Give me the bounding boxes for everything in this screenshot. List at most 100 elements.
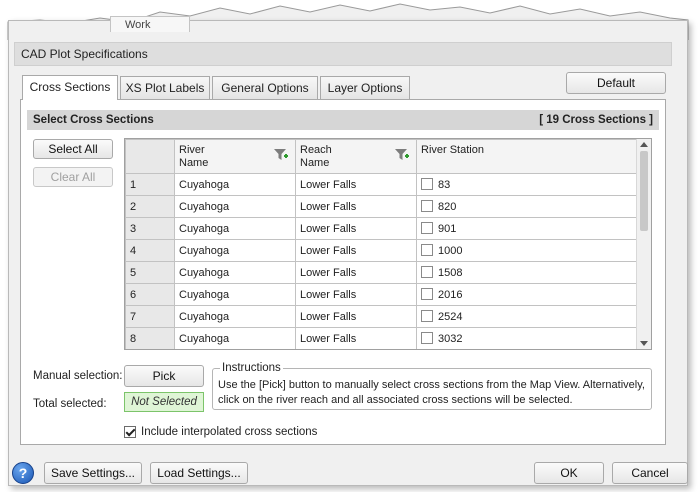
row-number-header bbox=[125, 139, 175, 174]
header-line: Name bbox=[179, 157, 209, 169]
dialog-title: CAD Plot Specifications bbox=[21, 47, 148, 61]
scroll-down-icon[interactable] bbox=[640, 341, 648, 346]
reach-name-cell[interactable]: Lower Falls bbox=[295, 327, 417, 349]
pick-button-label: Pick bbox=[152, 369, 176, 383]
load-settings-button[interactable]: Load Settings... bbox=[150, 462, 248, 484]
river-station-cell[interactable]: 901 bbox=[416, 217, 638, 240]
filter-icon[interactable] bbox=[273, 148, 289, 162]
reach-name-cell[interactable]: Lower Falls bbox=[295, 283, 417, 306]
river-name-cell[interactable]: Cuyahoga bbox=[174, 305, 296, 328]
background-tab: Work bbox=[110, 16, 190, 32]
station-checkbox[interactable] bbox=[421, 266, 433, 278]
cancel-label: Cancel bbox=[631, 466, 669, 480]
clear-all-label: Clear All bbox=[50, 170, 96, 184]
help-icon[interactable]: ? bbox=[12, 462, 34, 484]
header-line: River bbox=[179, 144, 205, 156]
table-row[interactable]: 3 Cuyahoga Lower Falls 901 bbox=[125, 217, 638, 240]
background-tab-label: Work bbox=[125, 19, 151, 31]
river-station-column-header[interactable]: River Station bbox=[416, 139, 638, 174]
reach-name-cell[interactable]: Lower Falls bbox=[295, 305, 417, 328]
table-row[interactable]: 4 Cuyahoga Lower Falls 1000 bbox=[125, 239, 638, 262]
row-number: 1 bbox=[125, 173, 175, 196]
select-cross-sections-header: Select Cross Sections [ 19 Cross Section… bbox=[27, 110, 659, 130]
river-name-column-header[interactable]: River Name bbox=[174, 139, 296, 174]
load-settings-label: Load Settings... bbox=[157, 466, 241, 480]
include-interpolated-checkbox[interactable] bbox=[124, 426, 136, 438]
ok-button[interactable]: OK bbox=[534, 462, 604, 484]
river-station-cell[interactable]: 820 bbox=[416, 195, 638, 218]
cross-sections-grid[interactable]: River Name Reach Name River Station 1 Cu… bbox=[124, 138, 652, 350]
station-value: 3032 bbox=[438, 333, 463, 345]
station-checkbox[interactable] bbox=[421, 244, 433, 256]
river-name-cell[interactable]: Cuyahoga bbox=[174, 195, 296, 218]
river-station-cell[interactable]: 3032 bbox=[416, 327, 638, 349]
station-value: 2524 bbox=[438, 311, 463, 323]
tab-cross-sections[interactable]: Cross Sections bbox=[22, 75, 118, 100]
clear-all-button[interactable]: Clear All bbox=[33, 167, 113, 187]
total-selected-value: Not Selected bbox=[124, 392, 204, 412]
station-value: 1508 bbox=[438, 267, 463, 279]
pick-button[interactable]: Pick bbox=[124, 365, 204, 387]
river-name-cell[interactable]: Cuyahoga bbox=[174, 283, 296, 306]
save-settings-button[interactable]: Save Settings... bbox=[44, 462, 142, 484]
grid-header-row: River Name Reach Name River Station bbox=[125, 139, 638, 174]
default-button[interactable]: Default bbox=[566, 72, 666, 94]
scroll-thumb[interactable] bbox=[640, 151, 648, 231]
select-all-button[interactable]: Select All bbox=[33, 139, 113, 159]
manual-selection-label: Manual selection: bbox=[33, 370, 123, 382]
dialog-title-bar: CAD Plot Specifications bbox=[14, 42, 672, 66]
river-name-cell[interactable]: Cuyahoga bbox=[174, 261, 296, 284]
station-checkbox[interactable] bbox=[421, 310, 433, 322]
river-name-cell[interactable]: Cuyahoga bbox=[174, 239, 296, 262]
row-number: 5 bbox=[125, 261, 175, 284]
table-row[interactable]: 2 Cuyahoga Lower Falls 820 bbox=[125, 195, 638, 218]
cross-section-count: [ 19 Cross Sections ] bbox=[539, 114, 653, 126]
row-number: 4 bbox=[125, 239, 175, 262]
river-station-cell[interactable]: 1000 bbox=[416, 239, 638, 262]
filter-icon[interactable] bbox=[394, 148, 410, 162]
row-number: 6 bbox=[125, 283, 175, 306]
river-station-cell[interactable]: 1508 bbox=[416, 261, 638, 284]
tab-layer-options[interactable]: Layer Options bbox=[320, 76, 410, 99]
grid-scrollbar[interactable] bbox=[636, 139, 651, 349]
instructions-legend: Instructions bbox=[220, 362, 283, 374]
include-interpolated-label[interactable]: Include interpolated cross sections bbox=[141, 426, 317, 438]
river-name-cell[interactable]: Cuyahoga bbox=[174, 327, 296, 349]
table-row[interactable]: 6 Cuyahoga Lower Falls 2016 bbox=[125, 283, 638, 306]
station-checkbox[interactable] bbox=[421, 200, 433, 212]
grid-table: River Name Reach Name River Station 1 Cu… bbox=[125, 139, 638, 349]
station-checkbox[interactable] bbox=[421, 332, 433, 344]
table-row[interactable]: 5 Cuyahoga Lower Falls 1508 bbox=[125, 261, 638, 284]
table-row[interactable]: 7 Cuyahoga Lower Falls 2524 bbox=[125, 305, 638, 328]
river-station-cell[interactable]: 83 bbox=[416, 173, 638, 196]
header-line: Name bbox=[300, 157, 330, 169]
station-checkbox[interactable] bbox=[421, 178, 433, 190]
cancel-button[interactable]: Cancel bbox=[612, 462, 688, 484]
river-station-cell[interactable]: 2524 bbox=[416, 305, 638, 328]
station-value: 83 bbox=[438, 179, 451, 191]
station-checkbox[interactable] bbox=[421, 288, 433, 300]
scroll-up-icon[interactable] bbox=[640, 142, 648, 147]
table-row[interactable]: 8 Cuyahoga Lower Falls 3032 bbox=[125, 327, 638, 349]
table-row[interactable]: 1 Cuyahoga Lower Falls 83 bbox=[125, 173, 638, 196]
reach-name-cell[interactable]: Lower Falls bbox=[295, 173, 417, 196]
station-checkbox[interactable] bbox=[421, 222, 433, 234]
reach-name-column-header[interactable]: Reach Name bbox=[295, 139, 417, 174]
river-name-cell[interactable]: Cuyahoga bbox=[174, 217, 296, 240]
tab-general-options[interactable]: General Options bbox=[212, 76, 318, 99]
total-selected-label: Total selected: bbox=[33, 398, 107, 410]
tab-label: XS Plot Labels bbox=[125, 81, 205, 95]
row-number: 8 bbox=[125, 327, 175, 349]
reach-name-cell[interactable]: Lower Falls bbox=[295, 239, 417, 262]
header-line: Reach bbox=[300, 144, 332, 156]
save-settings-label: Save Settings... bbox=[50, 466, 136, 480]
instructions-text: Use the [Pick] button to manually select… bbox=[218, 379, 645, 406]
river-station-cell[interactable]: 2016 bbox=[416, 283, 638, 306]
reach-name-cell[interactable]: Lower Falls bbox=[295, 261, 417, 284]
row-number: 2 bbox=[125, 195, 175, 218]
ok-label: OK bbox=[560, 466, 578, 480]
reach-name-cell[interactable]: Lower Falls bbox=[295, 217, 417, 240]
reach-name-cell[interactable]: Lower Falls bbox=[295, 195, 417, 218]
river-name-cell[interactable]: Cuyahoga bbox=[174, 173, 296, 196]
tab-xs-plot-labels[interactable]: XS Plot Labels bbox=[120, 76, 210, 99]
